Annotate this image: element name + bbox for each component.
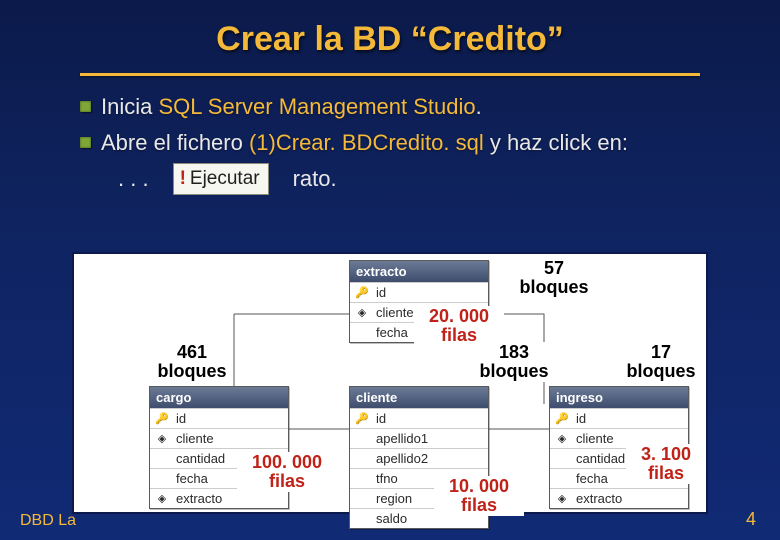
label-20k-filas: 20. 000filas xyxy=(414,306,504,346)
col: id xyxy=(376,285,386,300)
b2-highlight: (1)Crear. BDCredito. sql xyxy=(243,130,484,155)
footer-left: DBD La xyxy=(20,512,76,530)
key-icon: 🔑 xyxy=(354,286,370,299)
exclamation-icon: ! xyxy=(180,166,186,192)
link-icon: ◈ xyxy=(554,432,570,445)
col: cliente xyxy=(376,305,414,320)
label-100k-filas: 100. 000filas xyxy=(237,452,337,492)
col: id xyxy=(176,411,186,426)
key-icon: 🔑 xyxy=(554,412,570,425)
b1-pre: Inicia xyxy=(101,94,152,119)
bullet-1: Inicia SQL Server Management Studio. xyxy=(80,92,720,122)
col: apellido1 xyxy=(376,431,428,446)
link-icon: ◈ xyxy=(154,432,170,445)
b2-pre: Abre el fichero xyxy=(101,130,243,155)
key-icon: 🔑 xyxy=(154,412,170,425)
page-title: Crear la BD “Credito” xyxy=(0,0,780,73)
label-10k-filas: 10. 000filas xyxy=(434,476,524,516)
bullet-icon xyxy=(80,101,91,112)
col: extracto xyxy=(176,491,222,506)
ellipsis: . . . xyxy=(118,164,149,194)
col: fecha xyxy=(176,471,208,486)
bullet-list: Inicia SQL Server Management Studio. Abr… xyxy=(80,92,720,195)
b1-highlight: SQL Server Management Studio xyxy=(152,94,475,119)
col: cantidad xyxy=(576,451,625,466)
table-header: extracto xyxy=(350,261,488,282)
table-header: cliente xyxy=(350,387,488,408)
title-underline xyxy=(80,73,700,76)
col: region xyxy=(376,491,412,506)
table-header: cargo xyxy=(150,387,288,408)
label-461-bloques: 461bloques xyxy=(152,342,232,382)
bullet-icon xyxy=(80,137,91,148)
col: extracto xyxy=(576,491,622,506)
link-icon: ◈ xyxy=(354,306,370,319)
col: apellido2 xyxy=(376,451,428,466)
bullet-2: Abre el fichero (1)Crear. BDCredito. sql… xyxy=(80,128,720,158)
col: cantidad xyxy=(176,451,225,466)
col: cliente xyxy=(576,431,614,446)
sub-line: . . . ! Ejecutar rato. xyxy=(118,163,720,195)
table-header: ingreso xyxy=(550,387,688,408)
er-diagram: extracto 🔑 id ◈ cliente fecha cargo 🔑 id ◈ c… xyxy=(72,252,708,514)
ejecutar-label: Ejecutar xyxy=(190,166,260,192)
col: fecha xyxy=(376,325,408,340)
label-3100-filas: 3. 100filas xyxy=(626,444,706,484)
col: tfno xyxy=(376,471,398,486)
label-183-bloques: 183bloques xyxy=(474,342,554,382)
link-icon: ◈ xyxy=(154,492,170,505)
page-number: 4 xyxy=(746,509,756,530)
label-57-bloques: 57bloques xyxy=(514,258,594,298)
ejecutar-button[interactable]: ! Ejecutar xyxy=(173,163,269,195)
label-17-bloques: 17bloques xyxy=(622,342,700,382)
col: id xyxy=(576,411,586,426)
link-icon: ◈ xyxy=(554,492,570,505)
b2-post: y haz click en: xyxy=(484,130,628,155)
b1-post: . xyxy=(476,94,482,119)
rato-text: rato. xyxy=(293,164,337,194)
col: saldo xyxy=(376,511,407,526)
col: fecha xyxy=(576,471,608,486)
key-icon: 🔑 xyxy=(354,412,370,425)
col: id xyxy=(376,411,386,426)
col: cliente xyxy=(176,431,214,446)
